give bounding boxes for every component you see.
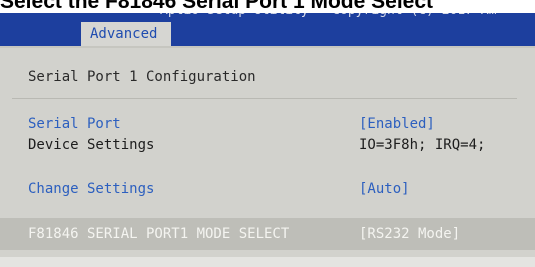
tab-advanced[interactable]: Advanced: [81, 22, 171, 46]
bottom-edge: [0, 257, 535, 267]
mode-select-value[interactable]: [RS232 Mode]: [359, 226, 460, 242]
change-settings-value[interactable]: [Auto]: [359, 181, 410, 197]
mode-select-label[interactable]: F81846 SERIAL PORT1 MODE SELECT: [28, 226, 289, 242]
device-settings-label: Device Settings: [28, 137, 155, 153]
serial-port-value[interactable]: [Enabled]: [359, 116, 435, 132]
caption-text: Select the F81846 Serial Port 1 Mode Sel…: [0, 0, 434, 13]
section-divider: [12, 98, 517, 99]
caption-overlay: Select the F81846 Serial Port 1 Mode Sel…: [0, 0, 535, 13]
device-settings-value: IO=3F8h; IRQ=4;: [359, 137, 486, 153]
section-title: Serial Port 1 Configuration: [28, 69, 256, 85]
change-settings-label[interactable]: Change Settings: [28, 181, 154, 197]
serial-port-label[interactable]: Serial Port: [28, 116, 121, 132]
